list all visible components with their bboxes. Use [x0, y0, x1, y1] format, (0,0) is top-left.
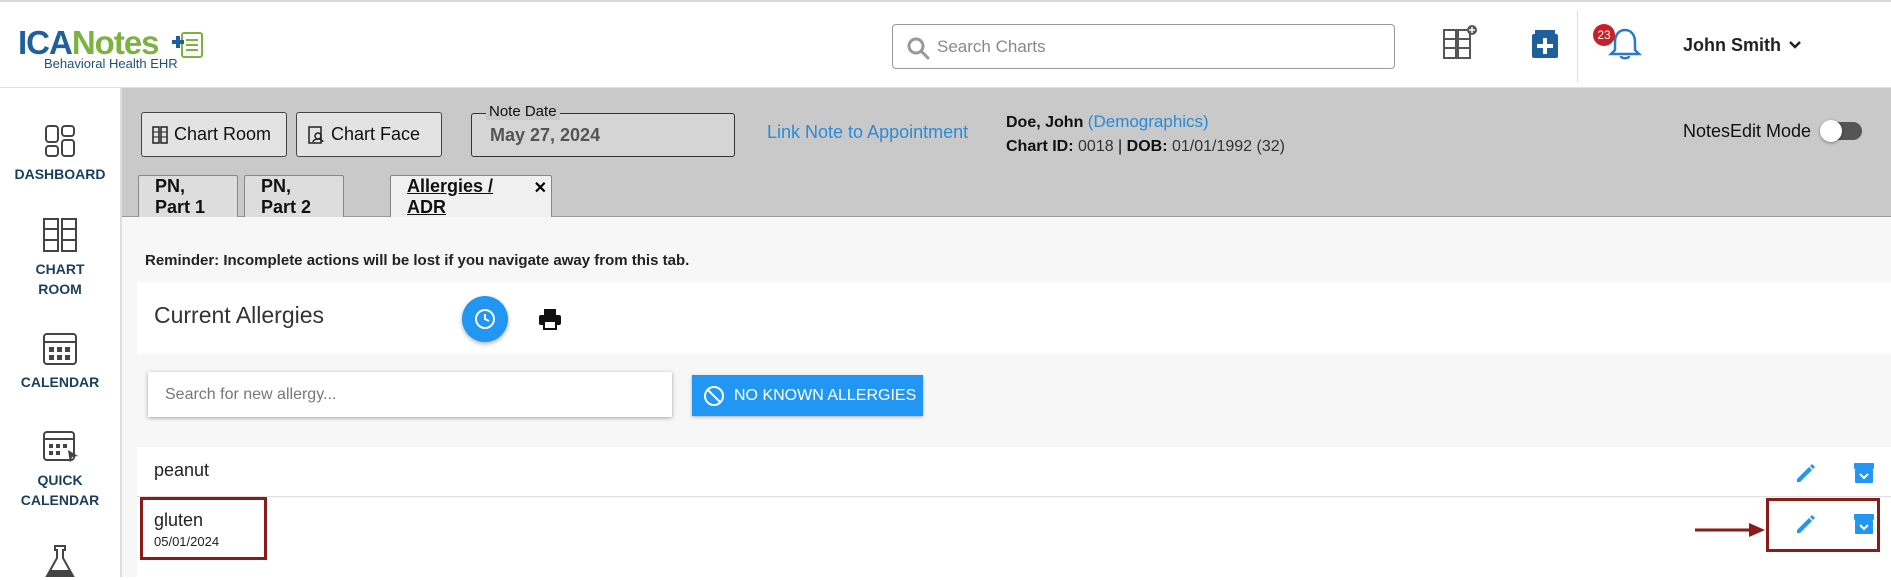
- dob-value: 01/01/1992 (32): [1172, 138, 1285, 155]
- reminder-text: Reminder: Incomplete actions will be los…: [145, 252, 690, 269]
- sidebar-item-label: DASHBOARD: [14, 166, 106, 182]
- new-allergy-search-input[interactable]: [148, 372, 672, 417]
- dashboard-icon: [45, 125, 75, 157]
- chart-face-icon: [308, 125, 324, 144]
- sidebar: DASHBOARD CHART ROOM CALENDAR QUICK CALE…: [0, 88, 122, 577]
- chart-id-value: 0018: [1078, 138, 1114, 155]
- pharmacy-icon[interactable]: [1525, 24, 1565, 64]
- header-divider: [1577, 10, 1578, 82]
- logo-text: ICANotes: [18, 24, 160, 61]
- clock-icon: [475, 309, 495, 329]
- notes-edit-mode-label: NotesEdit Mode: [1683, 121, 1812, 141]
- archive-icon[interactable]: [1851, 460, 1877, 486]
- note-date-value: May 27, 2024: [490, 125, 601, 145]
- demographics-link[interactable]: (Demographics): [1088, 112, 1209, 131]
- highlight-box-allergy: [140, 497, 267, 560]
- top-bar: ICANotes Behavioral Health EHR Search Ch…: [0, 0, 1891, 88]
- block-icon: [704, 385, 724, 406]
- allergy-row[interactable]: gluten 05/01/2024: [137, 498, 1891, 577]
- app-logo[interactable]: ICANotes Behavioral Health EHR: [18, 24, 203, 71]
- tab-allergies-adr[interactable]: Allergies / ADR ✕: [390, 175, 552, 218]
- allergies-panel: Reminder: Incomplete actions will be los…: [122, 217, 1891, 577]
- dob-label: DOB:: [1126, 138, 1168, 155]
- lab-flask-icon[interactable]: [42, 544, 78, 580]
- chart-room-button[interactable]: Chart Room: [141, 112, 287, 157]
- chart-face-button[interactable]: Chart Face: [296, 112, 442, 157]
- sidebar-item-dashboard[interactable]: DASHBOARD: [0, 120, 120, 184]
- search-icon: [907, 37, 930, 60]
- search-charts[interactable]: [892, 24, 1395, 69]
- chevron-down-icon[interactable]: [1788, 40, 1802, 50]
- tab-pn-part-2[interactable]: PN, Part 2: [244, 175, 344, 217]
- chart-room-icon: [152, 125, 168, 144]
- note-date-label: Note Date: [486, 103, 560, 120]
- history-button[interactable]: [462, 296, 508, 342]
- calendar-icon: [43, 333, 77, 365]
- patient-name: Doe, John: [1006, 114, 1084, 131]
- sidebar-item-label: CALENDAR: [20, 374, 100, 390]
- close-icon[interactable]: ✕: [534, 178, 547, 198]
- no-known-allergies-label: NO KNOWN ALLERGIES: [734, 386, 917, 404]
- allergy-header: Current Allergies: [137, 282, 1891, 354]
- chart-room-label: Chart Room: [174, 124, 272, 144]
- toggle-knob: [1820, 120, 1842, 142]
- allergy-name: peanut: [154, 460, 210, 480]
- no-known-allergies-button[interactable]: NO KNOWN ALLERGIES: [692, 375, 923, 416]
- tab-pn-part-1[interactable]: PN, Part 1: [138, 175, 238, 217]
- arrow-annotation-icon: [1695, 523, 1765, 537]
- sidebar-item-calendar[interactable]: CALENDAR: [0, 328, 120, 392]
- chart-id-label: Chart ID:: [1006, 138, 1074, 155]
- tab-label: Allergies / ADR: [407, 176, 494, 217]
- link-note-to-appointment[interactable]: Link Note to Appointment: [767, 122, 968, 143]
- chart-room-icon: [43, 218, 77, 252]
- section-title: Current Allergies: [154, 302, 325, 328]
- notification-badge: 23: [1593, 24, 1615, 46]
- search-charts-input[interactable]: [937, 33, 1377, 61]
- quick-calendar-icon: [43, 431, 78, 463]
- edit-pencil-icon[interactable]: [1793, 460, 1819, 486]
- tab-label: PN, Part 2: [261, 175, 312, 217]
- tab-label: PN, Part 1: [155, 175, 206, 217]
- allergy-row[interactable]: peanut: [137, 447, 1891, 497]
- sidebar-item-label: CHART ROOM: [35, 261, 85, 297]
- highlight-box-edit: [1766, 498, 1880, 552]
- sidebar-item-chart-room[interactable]: CHART ROOM: [0, 215, 120, 299]
- note-date-field[interactable]: Note Date May 27, 2024: [471, 103, 735, 157]
- print-icon[interactable]: [537, 306, 563, 332]
- notes-edit-mode-toggle[interactable]: [1820, 120, 1862, 142]
- sidebar-item-label: QUICK CALENDAR: [20, 472, 100, 508]
- user-name[interactable]: John Smith: [1683, 35, 1781, 56]
- chart-cabinet-add-icon[interactable]: [1440, 24, 1480, 64]
- logo-subtitle: Behavioral Health EHR: [44, 56, 178, 71]
- patient-info: Doe, John (Demographics) Chart ID: 0018 …: [1006, 112, 1285, 155]
- chart-toolbar: Chart Room Chart Face Note Date May 27, …: [122, 88, 1891, 218]
- sidebar-item-quick-calendar[interactable]: QUICK CALENDAR: [0, 426, 120, 510]
- chart-face-label: Chart Face: [331, 124, 421, 144]
